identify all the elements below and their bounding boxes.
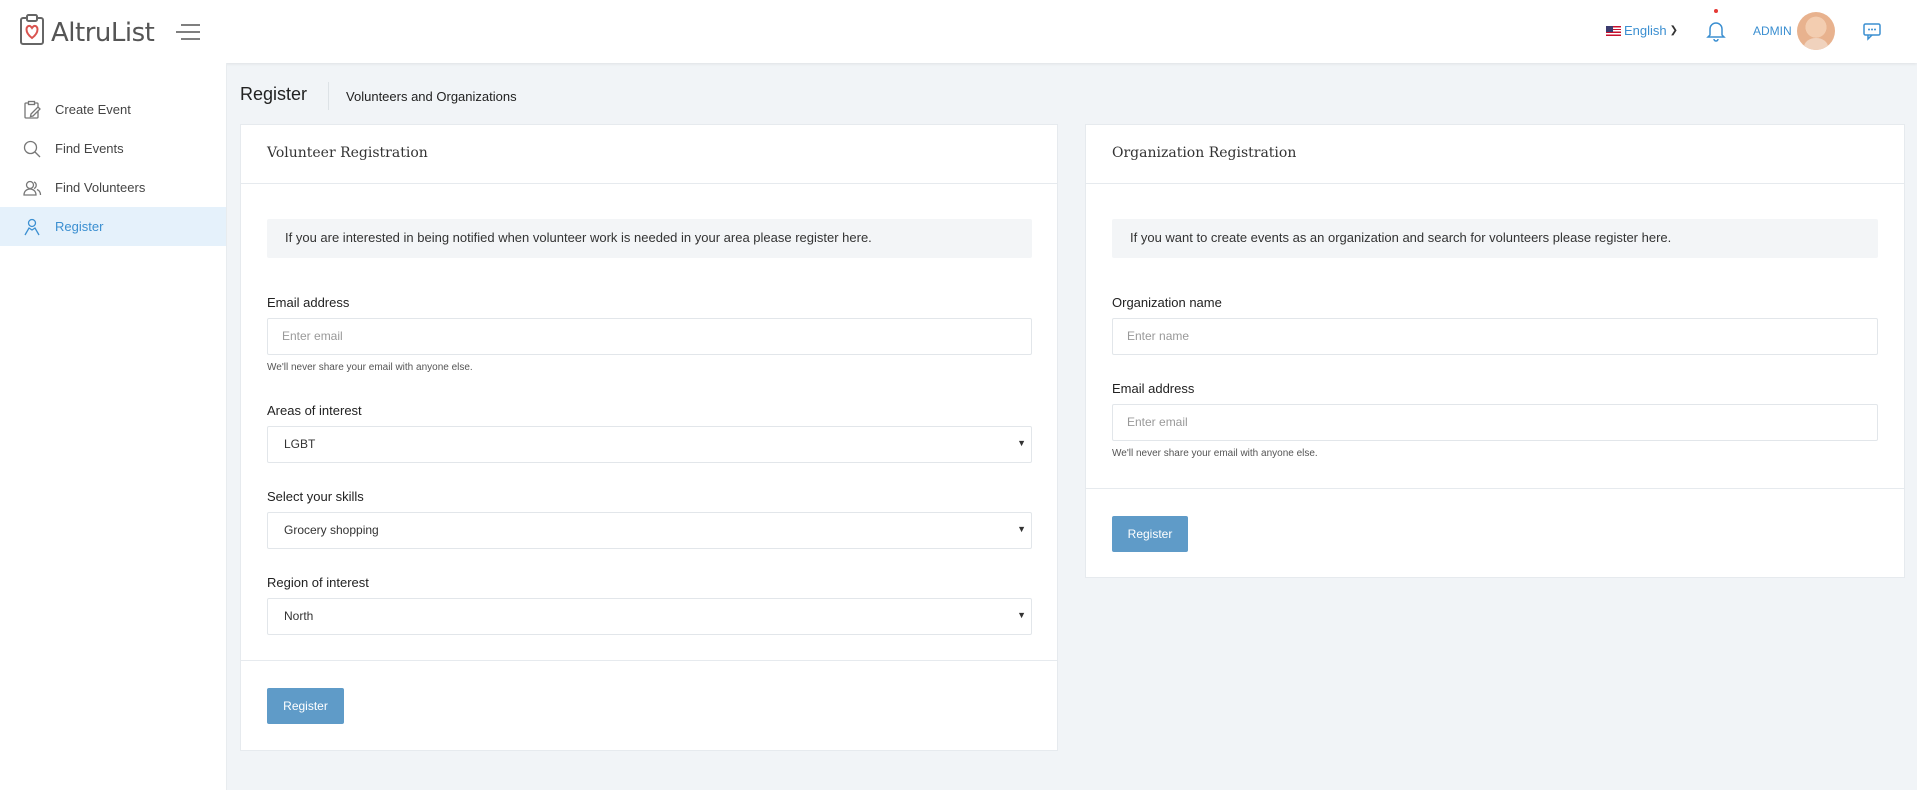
sidebar-item-find-volunteers[interactable]: Find Volunteers bbox=[0, 168, 226, 207]
areas-label: Areas of interest bbox=[267, 403, 362, 418]
chevron-down-icon: ❯ bbox=[1669, 25, 1679, 36]
clipboard-heart-icon bbox=[19, 14, 45, 51]
divider bbox=[241, 660, 1057, 661]
region-label: Region of interest bbox=[267, 575, 369, 590]
us-flag-icon bbox=[1606, 25, 1621, 36]
sidebar-item-create-event[interactable]: Create Event bbox=[0, 90, 226, 129]
user-icon bbox=[24, 218, 40, 235]
email-input[interactable]: Enter email bbox=[267, 318, 1032, 355]
sidebar-item-register[interactable]: Register bbox=[0, 207, 226, 246]
email-hint: We'll never share your email with anyone… bbox=[267, 362, 473, 373]
organization-name-input[interactable]: Enter name bbox=[1112, 318, 1878, 355]
info-alert: If you want to create events as an organ… bbox=[1112, 219, 1878, 258]
organization-registration-card: Organization Registration If you want to… bbox=[1085, 124, 1905, 578]
region-value: North bbox=[284, 609, 314, 623]
email-hint: We'll never share your email with anyone… bbox=[1112, 448, 1318, 459]
caret-down-icon: ▼ bbox=[1017, 438, 1026, 448]
sidebar-item-find-events[interactable]: Find Events bbox=[0, 129, 226, 168]
sidebar-item-label: Register bbox=[55, 219, 104, 234]
caret-down-icon: ▼ bbox=[1017, 610, 1026, 620]
page-title: Register bbox=[240, 82, 330, 110]
language-selector[interactable]: English ❯ bbox=[1606, 23, 1678, 38]
menu-toggle-icon[interactable] bbox=[175, 22, 201, 42]
notification-dot bbox=[1714, 9, 1718, 13]
areas-value: LGBT bbox=[284, 437, 316, 451]
page-subtitle: Volunteers and Organizations bbox=[346, 88, 517, 104]
email-label: Email address bbox=[1112, 381, 1195, 396]
skills-select[interactable]: Grocery shopping ▼ bbox=[267, 512, 1032, 549]
info-alert: If you are interested in being notified … bbox=[267, 219, 1032, 258]
clipboard-edit-icon bbox=[24, 100, 41, 119]
user-name[interactable]: ADMIN bbox=[1753, 24, 1792, 38]
app-logo[interactable]: AltruList bbox=[19, 14, 155, 51]
page-header: Register Volunteers and Organizations bbox=[240, 82, 517, 110]
sidebar: Create Event Find Events Find Volunteers… bbox=[0, 63, 227, 790]
email-label: Email address bbox=[267, 295, 350, 310]
card-title: Volunteer Registration bbox=[241, 125, 1057, 184]
sidebar-item-label: Find Events bbox=[55, 141, 124, 156]
areas-select[interactable]: LGBT ▼ bbox=[267, 426, 1032, 463]
avatar[interactable] bbox=[1797, 12, 1835, 50]
volunteer-registration-card: Volunteer Registration If you are intere… bbox=[240, 124, 1058, 751]
app-name: AltruList bbox=[51, 17, 155, 48]
divider bbox=[1086, 488, 1904, 489]
sidebar-item-label: Find Volunteers bbox=[55, 180, 146, 195]
skills-label: Select your skills bbox=[267, 489, 364, 504]
card-title: Organization Registration bbox=[1086, 125, 1904, 184]
organization-register-button[interactable]: Register bbox=[1112, 516, 1188, 552]
region-select[interactable]: North ▼ bbox=[267, 598, 1032, 635]
email-input[interactable]: Enter email bbox=[1112, 404, 1878, 441]
organization-name-label: Organization name bbox=[1112, 295, 1222, 310]
sidebar-item-label: Create Event bbox=[55, 102, 131, 117]
bell-icon[interactable] bbox=[1706, 20, 1726, 42]
skills-value: Grocery shopping bbox=[284, 523, 379, 537]
top-navbar: AltruList English ❯ ADMIN bbox=[0, 0, 1917, 63]
language-label: English bbox=[1624, 23, 1667, 38]
caret-down-icon: ▼ bbox=[1017, 524, 1026, 534]
users-icon bbox=[23, 180, 42, 196]
volunteer-register-button[interactable]: Register bbox=[267, 688, 344, 724]
search-icon bbox=[23, 140, 41, 157]
chat-icon[interactable] bbox=[1862, 21, 1882, 41]
